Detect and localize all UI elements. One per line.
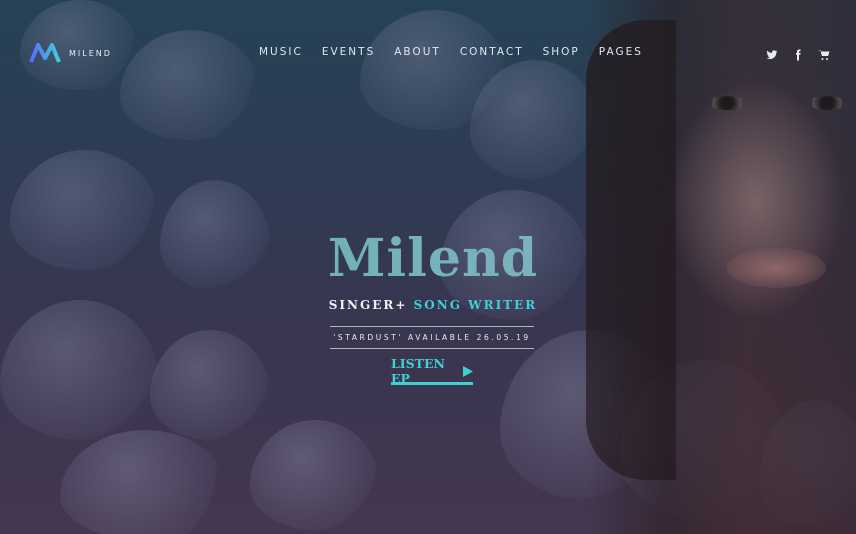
nav-item-events[interactable]: EVENTS <box>322 46 375 58</box>
listen-ep-label: LISTEN EP <box>391 356 445 386</box>
main-nav: MUSIC EVENTS ABOUT CONTACT SHOP PAGES <box>259 46 662 58</box>
play-icon <box>463 365 473 377</box>
brand-name: MILEND <box>69 48 112 58</box>
nav-item-shop[interactable]: SHOP <box>543 46 580 58</box>
cart-icon[interactable] <box>818 46 830 60</box>
listen-ep-button[interactable]: LISTEN EP <box>391 356 473 386</box>
facebook-icon[interactable] <box>792 46 804 61</box>
brand-logo[interactable]: MILEND <box>29 42 112 64</box>
twitter-icon[interactable] <box>766 46 778 60</box>
hero-section: MILEND MUSIC EVENTS ABOUT CONTACT SHOP P… <box>0 0 856 534</box>
logo-icon <box>29 42 61 64</box>
release-info: 'STARDUST' AVAILABLE 26.05.19 <box>330 326 534 349</box>
nav-item-music[interactable]: MUSIC <box>259 46 303 58</box>
subtitle-songwriter: SONG WRITER <box>413 298 538 312</box>
nav-item-about[interactable]: ABOUT <box>394 46 441 58</box>
nav-item-pages[interactable]: PAGES <box>599 46 643 58</box>
hero-title: Milend <box>0 228 856 289</box>
hero-subtitle: SINGER+ SONG WRITER <box>0 298 856 312</box>
nav-item-contact[interactable]: CONTACT <box>460 46 524 58</box>
subtitle-singer: SINGER+ <box>328 298 408 312</box>
social-links <box>766 46 830 61</box>
